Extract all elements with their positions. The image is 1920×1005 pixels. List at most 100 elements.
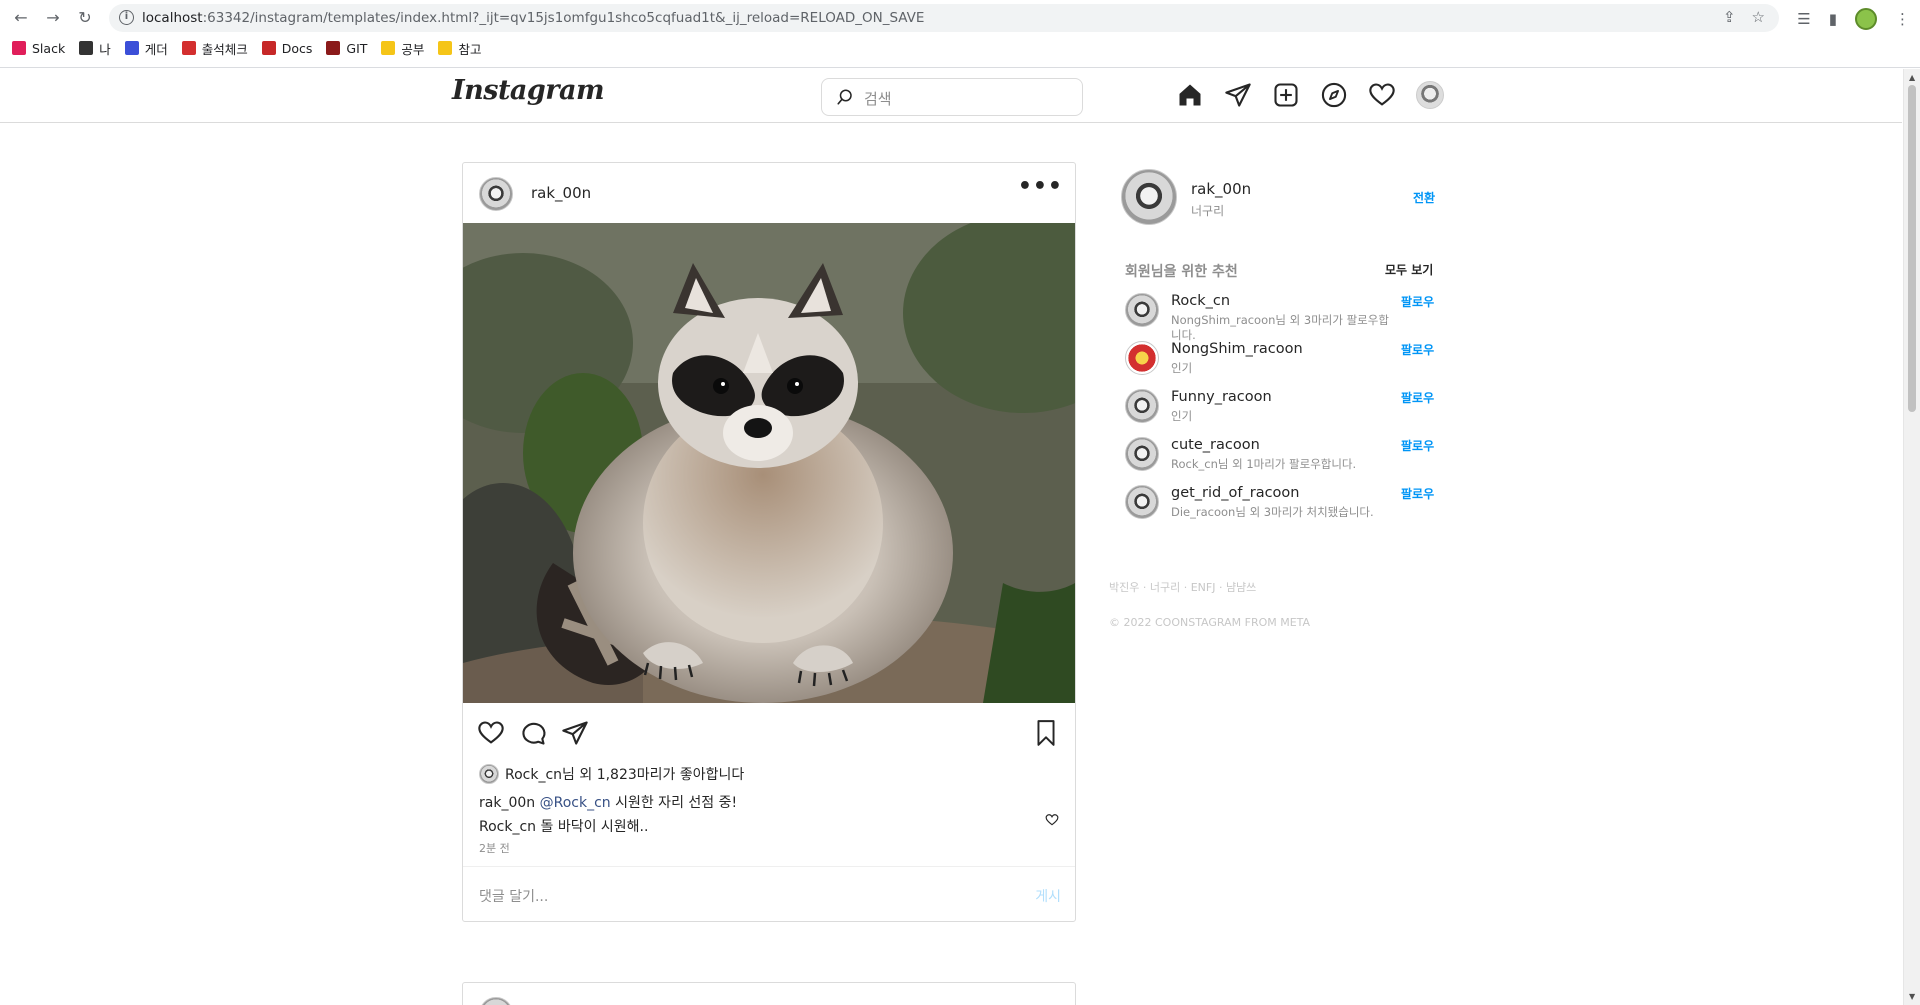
liker-avatar[interactable] (479, 764, 499, 784)
recommendation-item: Rock_cn NongShim_racoon님 외 3마리가 팔로우합니다. 팔로… (1125, 293, 1445, 342)
explore-icon[interactable] (1320, 81, 1348, 109)
recommended-username[interactable]: Funny_racoon (1171, 389, 1272, 405)
post-author-username[interactable]: rak_00n (531, 184, 591, 202)
new-post-icon[interactable] (1272, 81, 1300, 109)
feed-post: rak_00n ••• Rock_cn님 외 1,823마리가 좋아합니다 ra… (462, 162, 1076, 922)
profile-avatar[interactable] (1416, 81, 1444, 109)
my-username[interactable]: rak_00n (1191, 180, 1251, 198)
recommendation-reason: 인기 (1171, 361, 1193, 375)
recommendation-reason: Die_racoon님 외 3마리가 처치됐습니다. (1171, 505, 1374, 519)
reading-list-icon[interactable]: ☰ (1797, 10, 1810, 28)
follow-button[interactable]: 팔로우 (1401, 293, 1434, 310)
url-path: :63342/instagram/templates/index.html?_i… (202, 10, 925, 26)
bookmark-item[interactable]: Docs (261, 40, 313, 56)
feed-post-next (462, 982, 1076, 1005)
bookmark-item[interactable]: 출석체크 (181, 39, 248, 58)
recommended-username[interactable]: cute_racoon (1171, 437, 1260, 453)
bookmark-item[interactable]: 나 (79, 39, 111, 58)
my-realname: 너구리 (1191, 204, 1225, 218)
profile-avatar-icon[interactable] (1855, 8, 1877, 30)
post-comment: Rock_cn 돌 바닥이 시원해.. (479, 816, 648, 836)
bookmark-label: 게더 (144, 41, 168, 57)
site-info-icon[interactable]: i (119, 10, 134, 25)
like-heart-icon[interactable] (477, 719, 505, 747)
direct-message-icon[interactable] (1224, 81, 1252, 109)
recommended-avatar[interactable] (1125, 437, 1159, 471)
follow-button[interactable]: 팔로우 (1401, 341, 1434, 358)
home-icon[interactable] (1176, 81, 1204, 109)
comment-text: 돌 바닥이 시원해.. (540, 819, 649, 835)
bookmark-icon[interactable] (1033, 719, 1059, 747)
menu-icon[interactable]: ⋮ (1895, 10, 1910, 28)
likes-summary: Rock_cn님 외 1,823마리가 좋아합니다 (479, 764, 744, 784)
bookmark-icon (12, 41, 26, 55)
bookmark-label: Docs (281, 40, 313, 56)
raccoon-photo (463, 223, 1075, 703)
bookmark-item[interactable]: GIT (326, 41, 367, 56)
follow-button[interactable]: 팔로우 (1401, 485, 1434, 502)
address-row: ← → ↻ i localhost:63342/instagram/templa… (0, 4, 1920, 32)
caption-mention[interactable]: @Rock_cn (540, 795, 611, 811)
comment-icon[interactable] (519, 719, 547, 747)
follow-button[interactable]: 팔로우 (1401, 389, 1434, 406)
bookmark-item[interactable]: 공부 (381, 39, 424, 58)
recommended-username[interactable]: Rock_cn (1171, 293, 1230, 309)
post-image[interactable] (463, 223, 1075, 703)
bookmark-icon (261, 41, 276, 55)
search-input[interactable]: 검색 (821, 78, 1083, 116)
bookmark-item[interactable]: 참고 (438, 39, 481, 58)
comment-input[interactable]: 댓글 달기... 게시 (463, 866, 1075, 921)
address-bar[interactable]: i localhost:63342/instagram/templates/in… (109, 4, 1779, 32)
recommended-username[interactable]: NongShim_racoon (1171, 341, 1303, 357)
more-options-icon[interactable]: ••• (1018, 176, 1063, 198)
bookmark-item[interactable]: 게더 (124, 39, 168, 58)
recommended-avatar[interactable] (1125, 293, 1159, 327)
forward-icon[interactable]: → (42, 7, 64, 29)
page-scrollbar[interactable]: ▲ ▼ (1903, 69, 1920, 1005)
share-post-icon[interactable] (561, 719, 589, 747)
scroll-down-icon[interactable]: ▼ (1909, 992, 1915, 1001)
recommended-avatar[interactable] (1125, 389, 1159, 423)
search-placeholder: 검색 (864, 90, 892, 108)
post-comment-button[interactable]: 게시 (1035, 886, 1061, 906)
comment-like-icon[interactable] (1045, 813, 1059, 827)
scroll-up-icon[interactable]: ▲ (1909, 73, 1915, 82)
back-icon[interactable]: ← (10, 7, 32, 29)
my-avatar[interactable] (1121, 169, 1177, 225)
comment-username[interactable]: Rock_cn (479, 819, 536, 835)
recommended-avatar[interactable] (1125, 341, 1159, 375)
bookmark-icon (438, 41, 453, 55)
see-all-button[interactable]: 모두 보기 (1385, 261, 1433, 278)
footer-links[interactable]: 박진우 · 너구리 · ENFJ · 냠냠쓰 (1109, 579, 1256, 595)
likes-text[interactable]: Rock_cn님 외 1,823마리가 좋아합니다 (505, 764, 744, 784)
reload-icon[interactable]: ↻ (74, 7, 96, 29)
post-author-avatar[interactable] (479, 177, 513, 211)
scroll-thumb[interactable] (1908, 85, 1916, 412)
bookmark-icon (181, 41, 196, 55)
recommendation-item: NongShim_racoon 인기 팔로우 (1125, 341, 1445, 389)
bookmark-icon (79, 41, 94, 55)
post-caption: rak_00n @Rock_cn 시원한 자리 선점 중! (479, 792, 737, 812)
post-author-avatar[interactable] (479, 997, 513, 1005)
star-icon[interactable]: ☆ (1752, 8, 1765, 26)
side-panel-icon[interactable]: ▮ (1829, 10, 1837, 28)
caption-username[interactable]: rak_00n (479, 795, 535, 811)
bookmarks-bar: Slack 나 게더 출석체크 Docs GIT 공부 참고 (12, 37, 481, 59)
activity-heart-icon[interactable] (1368, 81, 1396, 109)
recommendation-item: get_rid_of_racoon Die_racoon님 외 3마리가 처치됐습… (1125, 485, 1445, 533)
share-icon[interactable]: ⇪ (1723, 8, 1736, 26)
post-actions (463, 719, 1075, 759)
recommendation-list: Rock_cn NongShim_racoon님 외 3마리가 팔로우합니다. 팔로… (1125, 293, 1445, 533)
bookmark-icon (381, 41, 396, 55)
browser-chrome: ← → ↻ i localhost:63342/instagram/templa… (0, 0, 1920, 68)
bookmark-item[interactable]: Slack (12, 41, 65, 56)
bookmark-label: 출석체크 (201, 41, 248, 57)
follow-button[interactable]: 팔로우 (1401, 437, 1434, 454)
instagram-logo[interactable]: Instagram (452, 75, 605, 106)
address-url[interactable]: localhost:63342/instagram/templates/inde… (142, 10, 924, 26)
copyright: © 2022 COONSTAGRAM FROM META (1109, 616, 1311, 629)
switch-account-button[interactable]: 전환 (1413, 189, 1435, 206)
recommended-avatar[interactable] (1125, 485, 1159, 519)
recommended-username[interactable]: get_rid_of_racoon (1171, 485, 1299, 501)
recommendations-title: 회원님을 위한 추천 (1125, 264, 1238, 280)
